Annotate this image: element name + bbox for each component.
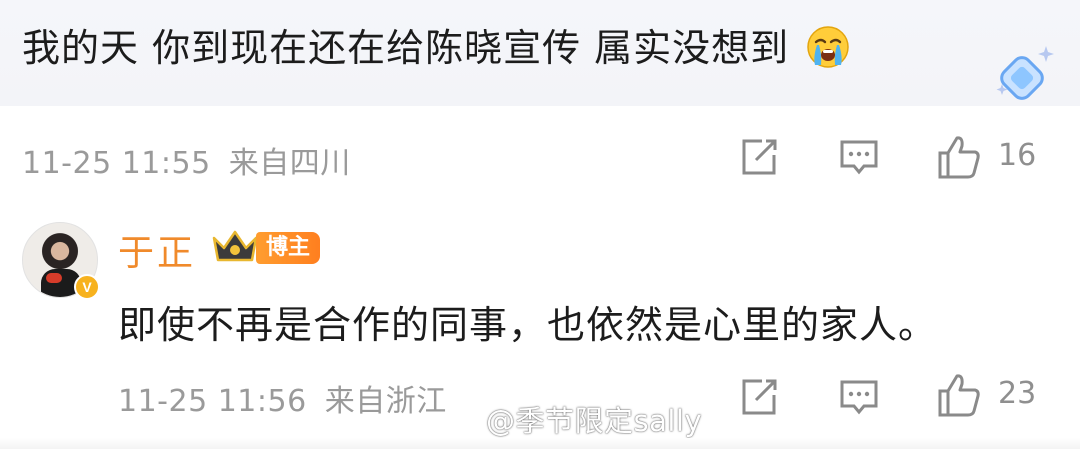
diamond-gem-icon <box>996 46 1054 100</box>
weibo-logo-icon <box>448 410 481 436</box>
reply-location: 来自浙江 <box>324 384 447 419</box>
like-count: 16 <box>998 138 1037 173</box>
blogger-badge: 博主 <box>256 232 321 264</box>
like-icon[interactable] <box>936 134 982 180</box>
watermark-text: @季节限定sally <box>486 404 703 438</box>
username[interactable]: 于正 <box>118 224 196 276</box>
reply-meta: 11-25 11:56 来自浙江 <box>118 376 447 420</box>
like-icon[interactable] <box>936 372 982 418</box>
avatar-detail <box>46 273 62 283</box>
comment-meta: 11-25 11:55 来自四川 <box>22 138 351 182</box>
share-icon[interactable] <box>738 376 780 418</box>
reply-text: 即使不再是合作的同事，也依然是心里的家人。 <box>118 303 938 347</box>
verified-badge-icon: V <box>74 274 100 300</box>
share-icon[interactable] <box>738 136 780 178</box>
watermark: @季节限定sally <box>448 398 702 440</box>
comment-location: 来自四川 <box>228 146 351 181</box>
comment-icon[interactable] <box>838 376 880 418</box>
like-count: 23 <box>998 376 1037 411</box>
comment-text-row: 我的天 你到现在还在给陈晓宣传 属实没想到 <box>22 22 850 74</box>
reply-time: 11-25 11:56 <box>118 384 307 419</box>
bottom-divider <box>0 438 1080 449</box>
comment-text: 我的天 你到现在还在给陈晓宣传 属实没想到 <box>22 26 790 70</box>
crying-face-icon <box>807 26 850 68</box>
comment-time: 11-25 11:55 <box>22 146 211 181</box>
crown-icon <box>212 230 258 262</box>
comment-icon[interactable] <box>838 136 880 178</box>
